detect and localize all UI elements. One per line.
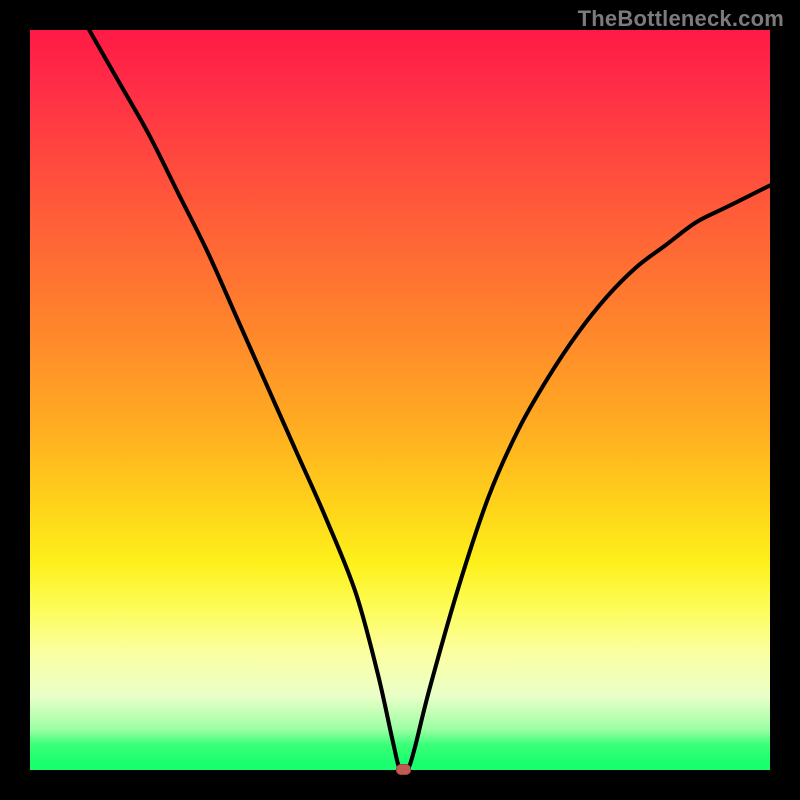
optimum-marker [396,764,411,775]
chart-frame: TheBottleneck.com [0,0,800,800]
bottleneck-curve [89,30,770,773]
watermark-text: TheBottleneck.com [578,6,784,32]
plot-area [30,30,770,770]
curve-svg [30,30,770,770]
